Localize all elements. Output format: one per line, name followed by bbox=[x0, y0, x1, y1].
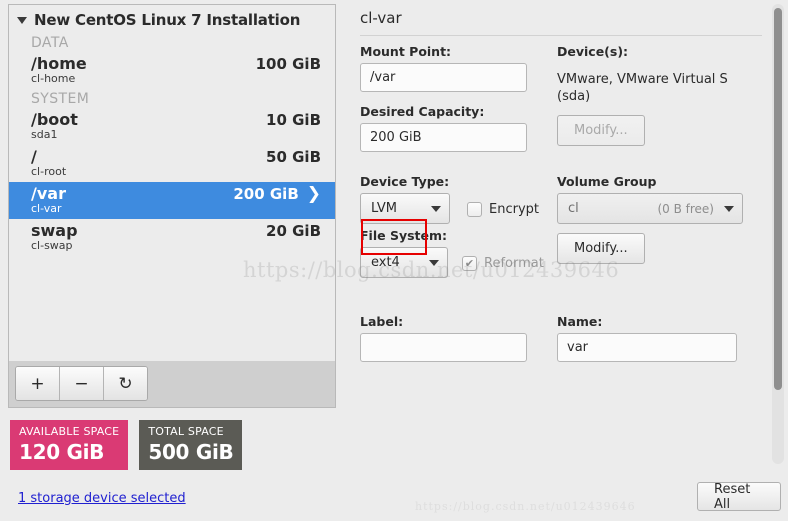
volume-group-free-space: (0 B free) bbox=[657, 202, 714, 216]
file-system-field: File System: ext4 bbox=[360, 228, 448, 278]
reformat-label: Reformat bbox=[484, 256, 544, 271]
chevron-down-icon bbox=[429, 260, 439, 266]
available-space-box: AVAILABLE SPACE 120 GiB bbox=[10, 420, 128, 470]
device-form: Mount Point: Desired Capacity: Device(s)… bbox=[352, 36, 772, 466]
device-type-label: Device Type: bbox=[360, 174, 450, 189]
device-type-field: Device Type: LVM bbox=[360, 174, 450, 224]
mount-point-field: Mount Point: bbox=[360, 44, 527, 92]
total-space-caption: TOTAL SPACE bbox=[148, 425, 233, 438]
partition-toolbar-buttons: + − ↻ bbox=[15, 366, 148, 401]
partition-sidebar: New CentOS Linux 7 Installation DATA /ho… bbox=[8, 4, 336, 408]
partition-device-name: sda1 bbox=[31, 128, 321, 141]
devices-value: VMware, VMware Virtual S (sda) bbox=[557, 71, 752, 105]
devices-modify-button[interactable]: Modify... bbox=[557, 115, 645, 146]
partition-row-swap[interactable]: swap 20 GiB cl-swap bbox=[9, 219, 335, 256]
chevron-down-icon bbox=[724, 206, 734, 212]
reformat-checkbox[interactable]: ✔ bbox=[462, 256, 477, 271]
partition-mount-point: / bbox=[31, 147, 37, 166]
volume-group-modify-button[interactable]: Modify... bbox=[557, 233, 645, 264]
remove-partition-button[interactable]: − bbox=[60, 367, 104, 400]
file-system-dropdown[interactable]: ext4 bbox=[360, 247, 448, 278]
label-field: Label: bbox=[360, 314, 527, 362]
triangle-down-icon[interactable] bbox=[17, 17, 27, 24]
reset-all-button[interactable]: Reset All bbox=[697, 482, 781, 511]
partition-size: 200 GiB bbox=[233, 185, 298, 203]
available-space-value: 120 GiB bbox=[19, 440, 119, 464]
desired-capacity-input[interactable] bbox=[360, 123, 527, 152]
devices-label: Device(s): bbox=[557, 44, 752, 59]
partition-size: 50 GiB bbox=[266, 148, 321, 166]
refresh-icon[interactable]: ↻ bbox=[104, 367, 147, 400]
partition-size: 10 GiB bbox=[266, 111, 321, 129]
label-label: Label: bbox=[360, 314, 527, 329]
partition-group-system: SYSTEM /boot 10 GiB sda1 / 50 GiB bbox=[9, 89, 335, 256]
device-type-dropdown[interactable]: LVM bbox=[360, 193, 450, 224]
total-space-box: TOTAL SPACE 500 GiB bbox=[139, 420, 242, 470]
device-detail-panel: cl-var Mount Point: Desired Capacity: De… bbox=[352, 0, 772, 468]
reformat-checkbox-row[interactable]: ✔ Reformat bbox=[462, 256, 544, 271]
chevron-right-icon[interactable]: ❯ bbox=[307, 186, 321, 203]
partition-row-root[interactable]: / 50 GiB cl-root bbox=[9, 145, 335, 182]
add-partition-button[interactable]: + bbox=[16, 367, 60, 400]
volume-group-value: cl bbox=[568, 201, 579, 216]
partition-mount-point: swap bbox=[31, 221, 78, 240]
group-label-data: DATA bbox=[9, 33, 335, 52]
storage-device-selected-link[interactable]: 1 storage device selected bbox=[18, 491, 186, 506]
partition-mount-point: /home bbox=[31, 54, 87, 73]
watermark-secondary: https://blog.csdn.net/u012439646 bbox=[415, 500, 636, 513]
partition-mount-point: /boot bbox=[31, 110, 78, 129]
available-space-caption: AVAILABLE SPACE bbox=[19, 425, 119, 438]
installation-title: New CentOS Linux 7 Installation bbox=[34, 11, 300, 29]
partition-size: 100 GiB bbox=[256, 55, 321, 73]
partition-size: 20 GiB bbox=[266, 222, 321, 240]
chevron-down-icon bbox=[431, 206, 441, 212]
partition-list[interactable]: New CentOS Linux 7 Installation DATA /ho… bbox=[9, 5, 335, 362]
vertical-scrollbar[interactable] bbox=[772, 4, 784, 464]
partition-device-name: cl-swap bbox=[31, 239, 321, 252]
name-input[interactable] bbox=[557, 333, 737, 362]
encrypt-label: Encrypt bbox=[489, 202, 539, 217]
partition-row-boot[interactable]: /boot 10 GiB sda1 bbox=[9, 108, 335, 145]
partition-device-name: cl-var bbox=[31, 202, 321, 215]
partitioning-screen: New CentOS Linux 7 Installation DATA /ho… bbox=[0, 0, 788, 521]
desired-capacity-label: Desired Capacity: bbox=[360, 104, 527, 119]
partition-device-name: cl-root bbox=[31, 165, 321, 178]
encrypt-checkbox-row[interactable]: Encrypt bbox=[467, 202, 539, 217]
devices-field: Device(s): VMware, VMware Virtual S (sda… bbox=[557, 44, 752, 146]
label-input[interactable] bbox=[360, 333, 527, 362]
detail-title: cl-var bbox=[352, 0, 772, 35]
installation-title-row[interactable]: New CentOS Linux 7 Installation bbox=[9, 5, 335, 33]
file-system-label: File System: bbox=[360, 228, 448, 243]
space-summary: AVAILABLE SPACE 120 GiB TOTAL SPACE 500 … bbox=[10, 420, 242, 470]
partition-toolbar: + − ↻ bbox=[9, 361, 335, 407]
volume-group-field: Volume Group cl (0 B free) Modify... bbox=[557, 174, 772, 264]
scrollbar-thumb[interactable] bbox=[774, 8, 782, 390]
partition-row-var[interactable]: /var 200 GiB ❯ cl-var bbox=[9, 182, 335, 219]
partition-mount-point: /var bbox=[31, 184, 66, 203]
file-system-value: ext4 bbox=[371, 255, 400, 270]
device-type-value: LVM bbox=[371, 201, 397, 216]
mount-point-input[interactable] bbox=[360, 63, 527, 92]
desired-capacity-field: Desired Capacity: bbox=[360, 104, 527, 152]
group-label-system: SYSTEM bbox=[9, 89, 335, 108]
partition-row-home[interactable]: /home 100 GiB cl-home bbox=[9, 52, 335, 89]
total-space-value: 500 GiB bbox=[148, 440, 233, 464]
volume-group-label: Volume Group bbox=[557, 174, 772, 189]
partition-device-name: cl-home bbox=[31, 72, 321, 85]
name-label: Name: bbox=[557, 314, 737, 329]
name-field: Name: bbox=[557, 314, 737, 362]
encrypt-checkbox[interactable] bbox=[467, 202, 482, 217]
mount-point-label: Mount Point: bbox=[360, 44, 527, 59]
volume-group-dropdown[interactable]: cl (0 B free) bbox=[557, 193, 743, 224]
partition-group-data: DATA /home 100 GiB cl-home bbox=[9, 33, 335, 89]
